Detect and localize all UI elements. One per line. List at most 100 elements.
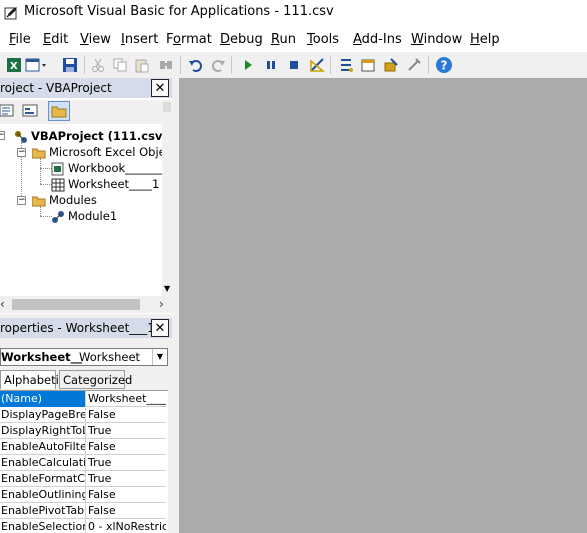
toolbar-separator (428, 56, 429, 74)
menu-edit[interactable]: Edit (43, 32, 68, 47)
tree-collapse-root[interactable]: − (0, 131, 5, 140)
menu-insert[interactable]: Insert (121, 32, 158, 47)
break-icon[interactable] (261, 55, 281, 75)
menu-debug[interactable]: Debug (220, 32, 263, 47)
view-object-icon[interactable] (22, 104, 38, 118)
property-row[interactable]: EnableAutoFilter False (0, 439, 166, 455)
tree-node-vbaproject[interactable]: VBAProject (111.csv) (14, 128, 162, 144)
vba-app-icon (4, 5, 20, 21)
property-value[interactable]: True (87, 471, 166, 487)
properties-pane-title: roperties - Worksheet___1 (0, 321, 155, 335)
property-value[interactable]: False (87, 487, 166, 503)
property-value[interactable]: False (87, 503, 166, 519)
tab-categorized[interactable]: Categorized (59, 370, 132, 389)
project-horizontal-scrollbar[interactable]: ‹ › (0, 296, 172, 313)
design-mode-icon[interactable] (307, 55, 327, 75)
tree-collapse-objects[interactable]: − (17, 148, 26, 157)
cut-icon[interactable] (88, 55, 108, 75)
help-icon[interactable]: ? (434, 55, 454, 75)
property-value[interactable]: 0 - xlNoRestrictio (87, 519, 166, 533)
property-row[interactable]: EnableSelection0 - xlNoRestrictio (0, 519, 166, 533)
property-row[interactable]: EnablePivotTable False (0, 503, 166, 519)
menu-help[interactable]: Help (470, 32, 500, 47)
tab-alphabetic[interactable]: Alphabetic (0, 370, 65, 389)
project-explorer-icon[interactable] (336, 55, 356, 75)
property-row[interactable]: (Name) Worksheet____ (0, 391, 166, 407)
object-browser-icon[interactable] (381, 55, 401, 75)
project-pane-titlebar: roject - VBAProject ✕ (0, 78, 172, 98)
menu-window[interactable]: Window (411, 32, 462, 47)
undo-icon[interactable] (186, 55, 206, 75)
menu-run[interactable]: Run (271, 32, 296, 47)
property-value[interactable]: False (87, 407, 166, 423)
scroll-right-icon[interactable]: › (159, 297, 164, 311)
pane-splitter[interactable] (172, 78, 179, 533)
property-name: EnableOutlining (1, 487, 86, 503)
properties-grid: (Name)Worksheet____ DisplayPageBreakFals… (0, 390, 168, 533)
insert-module-icon[interactable] (24, 55, 50, 75)
toolbar-separator (180, 56, 181, 74)
chevron-down-icon[interactable]: ▼ (152, 349, 167, 365)
menu-add-ins[interactable]: Add-Ins (353, 32, 402, 47)
standard-toolbar: X ? (0, 52, 587, 78)
property-value[interactable]: False (87, 439, 166, 455)
properties-tabs: Alphabetic Categorized (0, 368, 172, 390)
paste-icon[interactable] (132, 55, 152, 75)
property-row[interactable]: EnableCalculationTrue (0, 455, 166, 471)
tree-node-module1[interactable]: Module1 (51, 208, 117, 224)
property-row[interactable]: DisplayRightToLefTrue (0, 423, 166, 439)
property-name: EnableSelection (1, 519, 86, 533)
properties-window-icon[interactable] (358, 55, 378, 75)
property-name: (Name) (0, 391, 86, 407)
property-row[interactable]: DisplayPageBreakFalse (0, 407, 166, 423)
code-workspace[interactable] (179, 78, 587, 533)
property-row[interactable]: EnableOutlining False (0, 487, 166, 503)
menu-view[interactable]: View (80, 32, 111, 47)
object-selector-dropdown[interactable]: Worksheet__ Worksheet ▼ (0, 348, 168, 366)
vbaproject-icon (14, 130, 28, 144)
toolbox-icon[interactable] (404, 55, 424, 75)
menu-file[interactable]: File (9, 32, 31, 47)
property-value[interactable]: True (87, 423, 166, 439)
scrollbar-thumb[interactable] (163, 102, 171, 112)
reset-icon[interactable] (284, 55, 304, 75)
scrollbar-thumb[interactable] (12, 299, 140, 310)
toggle-folders-icon[interactable] (48, 101, 70, 121)
tree-node-excel-objects[interactable]: Microsoft Excel Objects (31, 144, 162, 160)
project-explorer-pane: roject - VBAProject ✕ − VBAProject (111.… (0, 78, 172, 314)
project-pane-close-icon[interactable]: ✕ (151, 79, 169, 97)
project-vertical-scrollbar[interactable]: ▼ (162, 102, 172, 296)
folder-open-icon (31, 146, 46, 160)
menu-bar: File Edit View Insert Format Debug Run T… (0, 26, 587, 52)
run-icon[interactable] (238, 55, 258, 75)
workbook-icon (51, 162, 65, 176)
svg-text:?: ? (441, 59, 448, 73)
scroll-down-icon[interactable]: ▼ (164, 284, 170, 293)
tree-node-workbook[interactable]: Workbook_______ (51, 160, 162, 176)
tree-node-modules[interactable]: Modules (31, 192, 97, 208)
svg-text:X: X (10, 61, 18, 72)
folder-open-icon (31, 194, 46, 208)
find-icon[interactable] (156, 55, 176, 75)
properties-pane-close-icon[interactable]: ✕ (151, 319, 169, 337)
redo-icon[interactable] (208, 55, 228, 75)
toolbar-separator (330, 56, 331, 74)
toolbar-separator (231, 56, 232, 74)
tree-collapse-modules[interactable]: − (17, 196, 26, 205)
menu-format[interactable]: Format (166, 32, 212, 47)
module-icon (51, 210, 65, 224)
copy-icon[interactable] (110, 55, 130, 75)
view-code-icon[interactable] (0, 104, 14, 118)
tree-node-worksheet[interactable]: Worksheet____1 (11 (51, 176, 162, 192)
property-value[interactable]: Worksheet____ (87, 391, 166, 407)
save-icon[interactable] (60, 55, 80, 75)
scroll-left-icon[interactable]: ‹ (0, 297, 5, 311)
project-pane-toolbar (0, 100, 172, 124)
property-name: EnableFormatCon (1, 471, 86, 487)
property-value[interactable]: True (87, 455, 166, 471)
project-pane-title: roject - VBAProject (0, 81, 112, 95)
menu-tools[interactable]: Tools (307, 32, 339, 47)
excel-view-icon[interactable]: X (4, 55, 24, 75)
properties-pane-titlebar: roperties - Worksheet___1 ✕ (0, 318, 172, 338)
property-row[interactable]: EnableFormatConTrue (0, 471, 166, 487)
